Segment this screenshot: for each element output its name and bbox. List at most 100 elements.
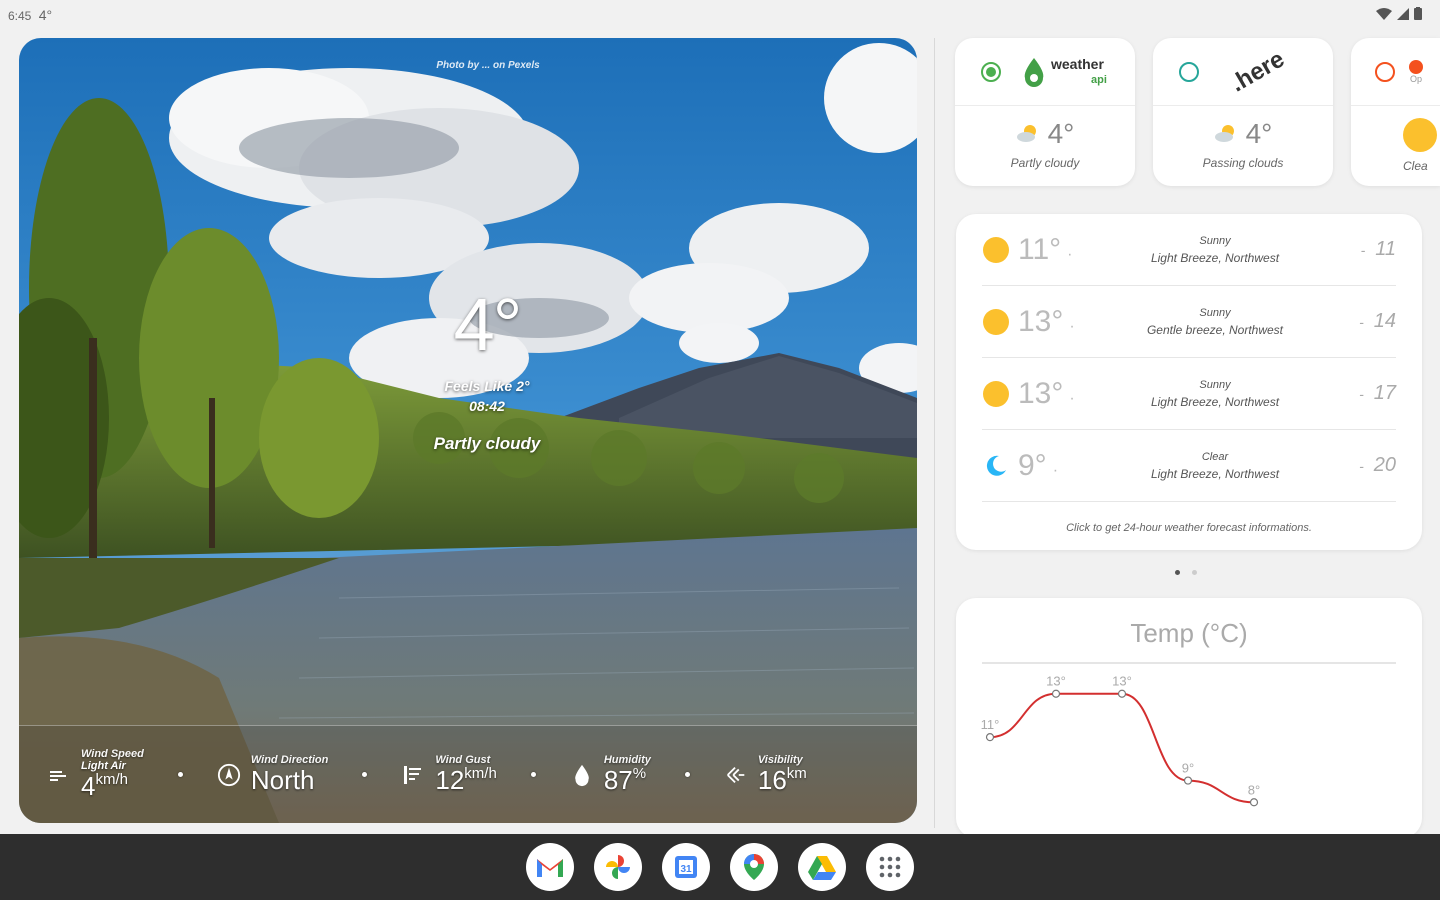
- sun-icon: [982, 308, 1010, 335]
- status-icons: [1376, 7, 1422, 23]
- svg-text:31: 31: [680, 864, 692, 875]
- separator-dot: [177, 772, 183, 777]
- here-logo: .here: [1225, 45, 1290, 98]
- feels-like: Feels Like 2°: [444, 378, 530, 394]
- provider-temp: 4°: [1047, 118, 1075, 149]
- status-time: 6:45: [8, 9, 32, 23]
- temperature-chart-card[interactable]: Temp (°C) 11° 13° 13° 9° 8°: [956, 598, 1422, 838]
- temp-point-label: 13°: [1046, 674, 1066, 689]
- forecast-row[interactable]: 9° · Clear Light Breeze, Northwest -20: [982, 430, 1396, 502]
- metric-value: North: [250, 765, 315, 796]
- metric-humidity: Humidity 87%: [570, 754, 651, 795]
- provider-condition: Clea: [1403, 159, 1428, 173]
- provider-radio[interactable]: [1375, 61, 1395, 82]
- hero-weather-card[interactable]: Photo by ... on Pexels 4° Feels Like 2° …: [19, 38, 917, 823]
- partly-cloudy-icon: [1016, 118, 1040, 150]
- forecast-footer-link[interactable]: Click to get 24-hour weather forecast in…: [982, 522, 1396, 534]
- separator-dot: [362, 772, 368, 777]
- provider-card-openweather[interactable]: Op Clea: [1351, 38, 1440, 186]
- forecast-hour: -17: [1359, 382, 1396, 404]
- provider-card-here[interactable]: .here 4° Passing clouds: [1153, 38, 1333, 186]
- forecast-temp: 13° ·: [1018, 376, 1075, 410]
- metric-wind-gust: Wind Gust 12km/h: [401, 754, 497, 796]
- temp-point-label: 8°: [1248, 782, 1260, 797]
- provider-temp: 4°: [1245, 118, 1273, 149]
- current-temperature: 4°: [453, 283, 523, 366]
- forecast-temp: 13° ·: [1018, 304, 1075, 338]
- forecast-hour: -14: [1359, 310, 1396, 332]
- metric-label: Wind Speed: [81, 748, 144, 761]
- metric-wind-speed: Wind Speed Light Air 4km/h: [47, 748, 144, 801]
- temp-point: [1249, 798, 1259, 807]
- status-bar: 6:45 4°: [0, 0, 1440, 30]
- openweather-logo: Op: [1409, 59, 1423, 84]
- temperature-chart: 11° 13° 13° 9° 8°: [981, 674, 1260, 807]
- forecast-description: Sunny Light Breeze, Northwest: [1150, 378, 1280, 409]
- photo-credit: Photo by ... on Pexels: [436, 60, 540, 71]
- forecast-row[interactable]: 11° · Sunny Light Breeze, Northwest -11: [982, 214, 1396, 286]
- separator-dot: [684, 772, 690, 777]
- humidity-icon: [570, 763, 594, 787]
- drive-icon[interactable]: [798, 843, 846, 891]
- temp-point: [1051, 689, 1061, 698]
- sun-icon: [1403, 118, 1437, 152]
- metric-label: Wind Direction: [250, 754, 329, 767]
- provider-condition: Partly cloudy: [1010, 156, 1080, 170]
- wind-gust-icon: [401, 763, 425, 787]
- app-drawer-icon[interactable]: [866, 843, 914, 891]
- hourly-forecast-card[interactable]: 11° · Sunny Light Breeze, Northwest -11 13…: [956, 214, 1422, 550]
- weather-metrics-bar: Wind Speed Light Air 4km/h Wind Directio…: [19, 725, 917, 823]
- wifi-icon: [1376, 7, 1392, 23]
- forecast-description: Clear Light Breeze, Northwest: [1150, 450, 1280, 481]
- forecast-hour: -20: [1359, 454, 1396, 476]
- metric-visibility: Visibility 16km: [724, 754, 807, 795]
- forecast-temp: 9° ·: [1018, 448, 1059, 482]
- page-dot-active[interactable]: [1175, 570, 1180, 575]
- metric-label: Wind Gust: [435, 754, 491, 767]
- sun-icon: [982, 380, 1010, 407]
- temp-point-label: 11°: [981, 717, 1000, 732]
- signal-icon: [1397, 7, 1409, 23]
- temp-point-label: 13°: [1112, 674, 1132, 689]
- forecast-description: Sunny Gentle breeze, Northwest: [1146, 306, 1284, 337]
- status-left: 6:45 4°: [8, 7, 52, 23]
- temp-point: [1117, 689, 1127, 698]
- page-indicator[interactable]: [1175, 570, 1197, 575]
- temp-point: [985, 733, 995, 742]
- sun-icon: [982, 236, 1010, 263]
- metric-value: 87%: [603, 765, 647, 796]
- maps-icon[interactable]: [730, 843, 778, 891]
- battery-icon: [1414, 7, 1422, 23]
- metric-value: 12km/h: [435, 765, 497, 796]
- metric-label: Visibility: [757, 754, 803, 767]
- provider-radio[interactable]: [1179, 61, 1199, 82]
- provider-condition: Passing clouds: [1202, 156, 1284, 170]
- temp-series-line: [989, 692, 1255, 804]
- provider-card-weatherapi[interactable]: weather api 4° Partly cloudy: [955, 38, 1135, 186]
- hero-current-weather: 4° Feels Like 2° 08:42 Partly cloudy: [417, 288, 557, 454]
- metric-value: 16km: [757, 765, 807, 796]
- provider-radio-selected[interactable]: [981, 61, 1001, 82]
- taskbar: 31: [0, 834, 1440, 900]
- forecast-row[interactable]: 13° · Sunny Gentle breeze, Northwest -14: [982, 286, 1396, 358]
- forecast-hour: -11: [1360, 238, 1396, 260]
- page-dot[interactable]: [1192, 570, 1197, 575]
- partly-cloudy-icon: [1214, 118, 1238, 150]
- photos-icon[interactable]: [594, 843, 642, 891]
- current-condition: Partly cloudy: [433, 434, 541, 453]
- calendar-icon[interactable]: 31: [662, 843, 710, 891]
- current-time: 08:42: [469, 398, 505, 414]
- status-temp: 4°: [38, 7, 53, 23]
- metric-value: 4km/h: [81, 771, 128, 802]
- metric-wind-direction: Wind Direction North: [217, 754, 329, 796]
- compass-icon: [217, 763, 241, 787]
- weatherapi-logo: weather api: [1021, 56, 1107, 88]
- column-divider: [934, 38, 935, 828]
- wind-icon: [47, 763, 71, 787]
- visibility-icon: [724, 763, 748, 787]
- temp-point-label: 9°: [1182, 761, 1194, 776]
- forecast-description: Sunny Light Breeze, Northwest: [1150, 234, 1280, 265]
- gmail-icon[interactable]: [526, 843, 574, 891]
- separator-dot: [530, 772, 536, 777]
- forecast-row[interactable]: 13° · Sunny Light Breeze, Northwest -17: [982, 358, 1396, 430]
